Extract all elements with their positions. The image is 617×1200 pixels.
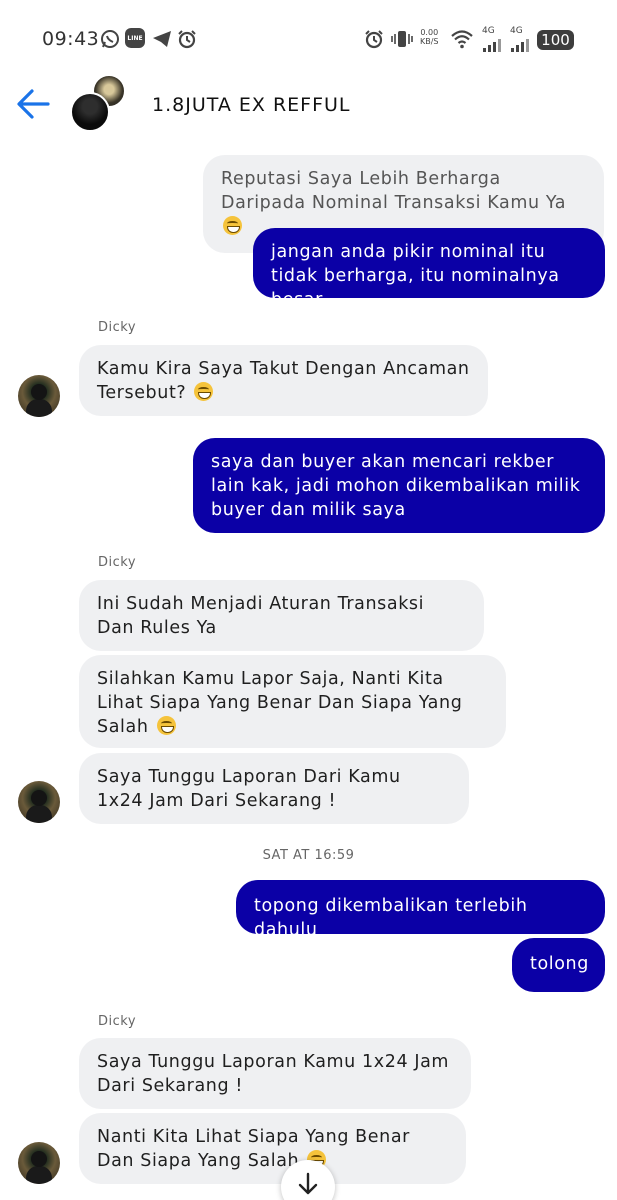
- grin-emoji-icon: [156, 716, 176, 735]
- message-text: Ini Sudah Menjadi Aturan Transaksi Dan R…: [97, 594, 425, 638]
- avatar: [70, 92, 110, 132]
- message-text: Saya Tunggu Laporan Dari Kamu 1x24 Jam D…: [97, 767, 401, 811]
- message-text: Kamu Kira Saya Takut Dengan Ancaman Ters…: [97, 359, 470, 403]
- chat-header: 1.8JUTA EX REFFUL: [0, 72, 617, 142]
- quoted-message-text: Reputasi Saya Lebih Berharga Daripada No…: [221, 169, 567, 213]
- message-text: saya dan buyer akan mencari rekber lain …: [211, 452, 581, 520]
- incoming-message[interactable]: Kamu Kira Saya Takut Dengan Ancaman Ters…: [79, 345, 488, 416]
- arrow-down-icon: [298, 1172, 318, 1195]
- battery-icon: 100: [537, 30, 574, 50]
- grin-emoji-icon: [194, 382, 214, 401]
- signal-icon: [482, 34, 502, 56]
- net-speed-unit: KB/S: [420, 37, 439, 46]
- line-icon: LINE: [125, 28, 145, 48]
- whatsapp-icon: [100, 28, 120, 50]
- timestamp: SAT AT 16:59: [262, 848, 355, 863]
- sender-name: Dicky: [98, 555, 137, 570]
- message-text: Saya Tunggu Laporan Kamu 1x24 Jam Dari S…: [97, 1052, 450, 1096]
- group-avatar[interactable]: [70, 74, 130, 134]
- net-speed: 0.00 KB/S: [420, 28, 439, 46]
- incoming-message[interactable]: Silahkan Kamu Lapor Saja, Nanti Kita Lih…: [79, 655, 506, 748]
- avatar[interactable]: [18, 1142, 60, 1184]
- grin-emoji-icon: [223, 216, 242, 235]
- vibrate-icon: [391, 28, 413, 50]
- incoming-message[interactable]: Nanti Kita Lihat Siapa Yang Benar Dan Si…: [79, 1113, 466, 1184]
- incoming-message[interactable]: Saya Tunggu Laporan Kamu 1x24 Jam Dari S…: [79, 1038, 471, 1109]
- sender-name: Dicky: [98, 1014, 137, 1029]
- back-arrow-icon: [17, 89, 50, 119]
- sender-name: Dicky: [98, 320, 137, 335]
- net-speed-value: 0.00: [420, 28, 439, 37]
- avatar[interactable]: [18, 781, 60, 823]
- outgoing-message[interactable]: jangan anda pikir nominal itu tidak berh…: [253, 228, 605, 310]
- incoming-message[interactable]: Ini Sudah Menjadi Aturan Transaksi Dan R…: [79, 580, 484, 651]
- outgoing-message[interactable]: saya dan buyer akan mencari rekber lain …: [193, 438, 605, 533]
- status-time: 09:43: [42, 28, 100, 50]
- message-text: jangan anda pikir nominal itu tidak berh…: [271, 242, 560, 310]
- outgoing-message[interactable]: tolong: [512, 938, 605, 992]
- message-text: topong dikembalikan terlebih dahulu: [254, 896, 528, 940]
- chat-title[interactable]: 1.8JUTA EX REFFUL: [152, 94, 351, 116]
- message-text: Nanti Kita Lihat Siapa Yang Benar Dan Si…: [97, 1127, 410, 1171]
- alarm-icon: [364, 28, 384, 50]
- alarm-icon: [177, 28, 197, 50]
- wifi-icon: [450, 28, 474, 50]
- status-bar: 09:43 LINE 0.00 KB/S 4G 4G 100: [0, 0, 617, 80]
- back-button[interactable]: [14, 86, 52, 122]
- avatar[interactable]: [18, 375, 60, 417]
- message-text: Silahkan Kamu Lapor Saja, Nanti Kita Lih…: [97, 669, 463, 737]
- signal-icon: [510, 34, 530, 56]
- outgoing-message[interactable]: topong dikembalikan terlebih dahulu: [236, 880, 605, 940]
- telegram-icon: [152, 28, 172, 50]
- incoming-message[interactable]: Saya Tunggu Laporan Dari Kamu 1x24 Jam D…: [79, 753, 469, 824]
- message-text: tolong: [530, 954, 589, 974]
